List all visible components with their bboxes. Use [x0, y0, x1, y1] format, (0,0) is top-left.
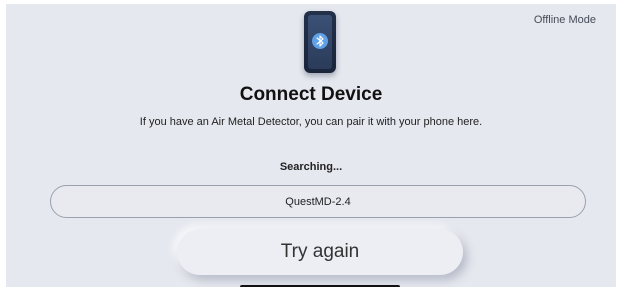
- home-indicator: [240, 285, 400, 287]
- connect-device-screen: Offline Mode Connect Device If you have …: [6, 4, 616, 287]
- searching-status: Searching...: [279, 161, 343, 173]
- page-subtitle: If you have an Air Metal Detector, you c…: [139, 116, 483, 128]
- try-again-label: Try again: [280, 241, 360, 262]
- device-list-item[interactable]: QuestMD-2.4: [50, 185, 586, 218]
- try-again-button[interactable]: Try again: [177, 229, 463, 275]
- phone-bluetooth-icon: [304, 11, 336, 73]
- page-title: Connect Device: [239, 84, 383, 105]
- bluetooth-icon: [312, 33, 328, 49]
- device-name: QuestMD-2.4: [285, 195, 351, 208]
- offline-mode-label: Offline Mode: [533, 14, 596, 26]
